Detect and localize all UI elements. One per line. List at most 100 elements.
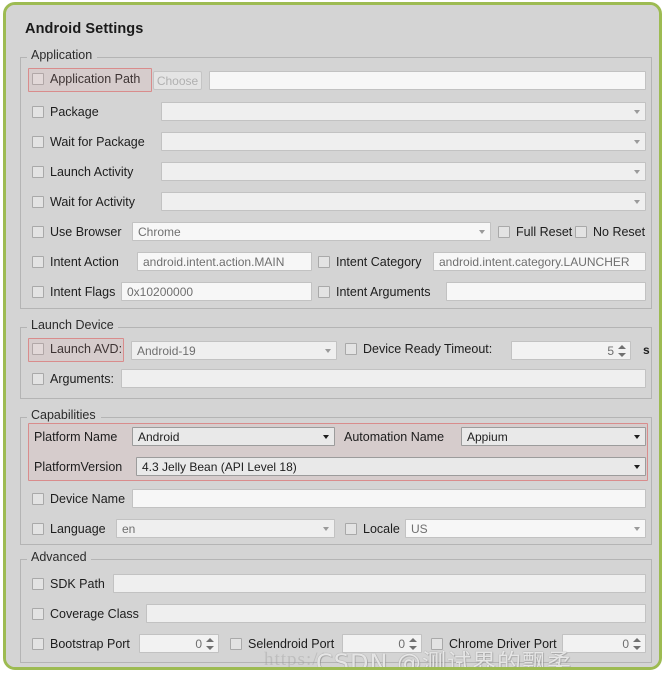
chevron-down-icon	[634, 139, 640, 144]
group-capabilities-top-border	[21, 417, 651, 418]
label-intent-arguments: Intent Arguments	[336, 285, 431, 299]
row-sdk-path: SDK Path	[32, 577, 105, 591]
checkbox-wait-for-activity[interactable]	[32, 196, 44, 208]
row-launch-activity: Launch Activity	[32, 165, 133, 179]
input-intent-arguments[interactable]	[446, 282, 646, 301]
spinner-arrows-icon[interactable]	[409, 637, 418, 651]
label-wait-for-package: Wait for Package	[50, 135, 145, 149]
group-application: Application	[20, 48, 652, 309]
checkbox-locale[interactable]	[345, 523, 357, 535]
group-advanced-label: Advanced	[27, 550, 91, 564]
combo-use-browser-value: Chrome	[138, 224, 181, 239]
checkbox-bootstrap-port[interactable]	[32, 638, 44, 650]
combo-wait-for-activity[interactable]	[161, 192, 646, 211]
checkbox-launch-activity[interactable]	[32, 166, 44, 178]
input-arguments[interactable]	[121, 369, 646, 388]
checkbox-device-name[interactable]	[32, 493, 44, 505]
combo-wait-for-package[interactable]	[161, 132, 646, 151]
combo-platform-name[interactable]: Android	[132, 427, 335, 446]
checkbox-intent-flags[interactable]	[32, 286, 44, 298]
chevron-down-icon	[479, 229, 485, 234]
row-wait-for-activity: Wait for Activity	[32, 195, 135, 209]
label-language: Language	[50, 522, 106, 536]
combo-launch-avd[interactable]: Android-19	[131, 341, 337, 360]
unit-seconds: s	[643, 343, 650, 357]
label-sdk-path: SDK Path	[50, 577, 105, 591]
label-launch-activity: Launch Activity	[50, 165, 134, 179]
checkbox-intent-arguments[interactable]	[318, 286, 330, 298]
input-device-name[interactable]	[132, 489, 646, 508]
label-platform-version: PlatformVersion	[34, 460, 123, 474]
combo-language[interactable]: en	[116, 519, 335, 538]
combo-automation-name-value: Appium	[467, 429, 508, 444]
group-capabilities-label: Capabilities	[27, 408, 100, 422]
checkbox-launch-avd[interactable]	[32, 343, 44, 355]
combo-package[interactable]	[161, 102, 646, 121]
checkbox-package[interactable]	[32, 106, 44, 118]
label-package: Package	[50, 105, 99, 119]
chevron-down-icon	[634, 169, 640, 174]
row-launch-avd: Launch AVD:	[32, 342, 122, 356]
row-arguments: Arguments:	[32, 372, 114, 386]
spinner-arrows-icon[interactable]	[633, 637, 642, 651]
label-selendroid-port: Selendroid Port	[248, 637, 335, 651]
spinner-selendroid-port[interactable]: 0	[342, 634, 422, 653]
checkbox-device-ready-timeout[interactable]	[345, 343, 357, 355]
checkbox-language[interactable]	[32, 523, 44, 535]
input-intent-flags[interactable]: 0x10200000	[121, 282, 312, 301]
checkbox-full-reset[interactable]	[498, 226, 510, 238]
row-device-ready-timeout: Device Ready Timeout:	[345, 342, 492, 356]
row-language: Language	[32, 522, 106, 536]
checkbox-intent-action[interactable]	[32, 256, 44, 268]
label-platform-name: Platform Name	[34, 430, 118, 444]
input-application-path[interactable]	[209, 71, 646, 90]
combo-language-value: en	[122, 521, 136, 536]
combo-locale[interactable]: US	[405, 519, 646, 538]
label-device-ready-timeout: Device Ready Timeout:	[363, 342, 493, 356]
row-full-reset: Full Reset	[498, 225, 572, 239]
row-no-reset: No Reset	[575, 225, 645, 239]
row-selendroid-port: Selendroid Port	[230, 637, 334, 651]
window-frame: Android Settings Application Application…	[3, 2, 662, 670]
android-settings-window: Android Settings Application Application…	[0, 0, 666, 674]
spinner-bootstrap-port[interactable]: 0	[139, 634, 219, 653]
chevron-down-icon	[325, 348, 331, 353]
choose-button[interactable]: Choose	[153, 71, 202, 90]
combo-use-browser[interactable]: Chrome	[132, 222, 491, 241]
spinner-chrome-driver-port[interactable]: 0	[562, 634, 646, 653]
input-intent-category[interactable]: android.intent.category.LAUNCHER	[433, 252, 646, 271]
checkbox-arguments[interactable]	[32, 373, 44, 385]
checkbox-intent-category[interactable]	[318, 256, 330, 268]
spinner-device-ready-timeout-value: 5	[607, 343, 614, 358]
combo-platform-version[interactable]: 4.3 Jelly Bean (API Level 18)	[136, 457, 646, 476]
checkbox-wait-for-package[interactable]	[32, 136, 44, 148]
combo-launch-avd-value: Android-19	[137, 343, 196, 358]
row-coverage-class: Coverage Class	[32, 607, 139, 621]
label-chrome-driver-port: Chrome Driver Port	[449, 637, 557, 651]
checkbox-sdk-path[interactable]	[32, 578, 44, 590]
combo-launch-activity[interactable]	[161, 162, 646, 181]
label-bootstrap-port: Bootstrap Port	[50, 637, 130, 651]
spinner-arrows-icon[interactable]	[618, 344, 627, 358]
combo-platform-name-value: Android	[138, 429, 180, 444]
checkbox-application-path[interactable]	[32, 73, 44, 85]
chevron-down-icon	[323, 526, 329, 531]
spinner-arrows-icon[interactable]	[206, 637, 215, 651]
input-intent-action[interactable]: android.intent.action.MAIN	[137, 252, 312, 271]
group-application-label: Application	[27, 48, 97, 62]
input-coverage-class[interactable]	[146, 604, 646, 623]
label-coverage-class: Coverage Class	[50, 607, 139, 621]
group-advanced-top-border	[21, 559, 651, 560]
checkbox-selendroid-port[interactable]	[230, 638, 242, 650]
input-sdk-path[interactable]	[113, 574, 646, 593]
checkbox-use-browser[interactable]	[32, 226, 44, 238]
spinner-device-ready-timeout[interactable]: 5	[511, 341, 631, 360]
label-intent-action: Intent Action	[50, 255, 119, 269]
chevron-down-icon	[323, 434, 329, 439]
checkbox-no-reset[interactable]	[575, 226, 587, 238]
checkbox-coverage-class[interactable]	[32, 608, 44, 620]
checkbox-chrome-driver-port[interactable]	[431, 638, 443, 650]
group-launch-device-label: Launch Device	[27, 318, 118, 332]
combo-automation-name[interactable]: Appium	[461, 427, 646, 446]
row-package: Package	[32, 105, 99, 119]
